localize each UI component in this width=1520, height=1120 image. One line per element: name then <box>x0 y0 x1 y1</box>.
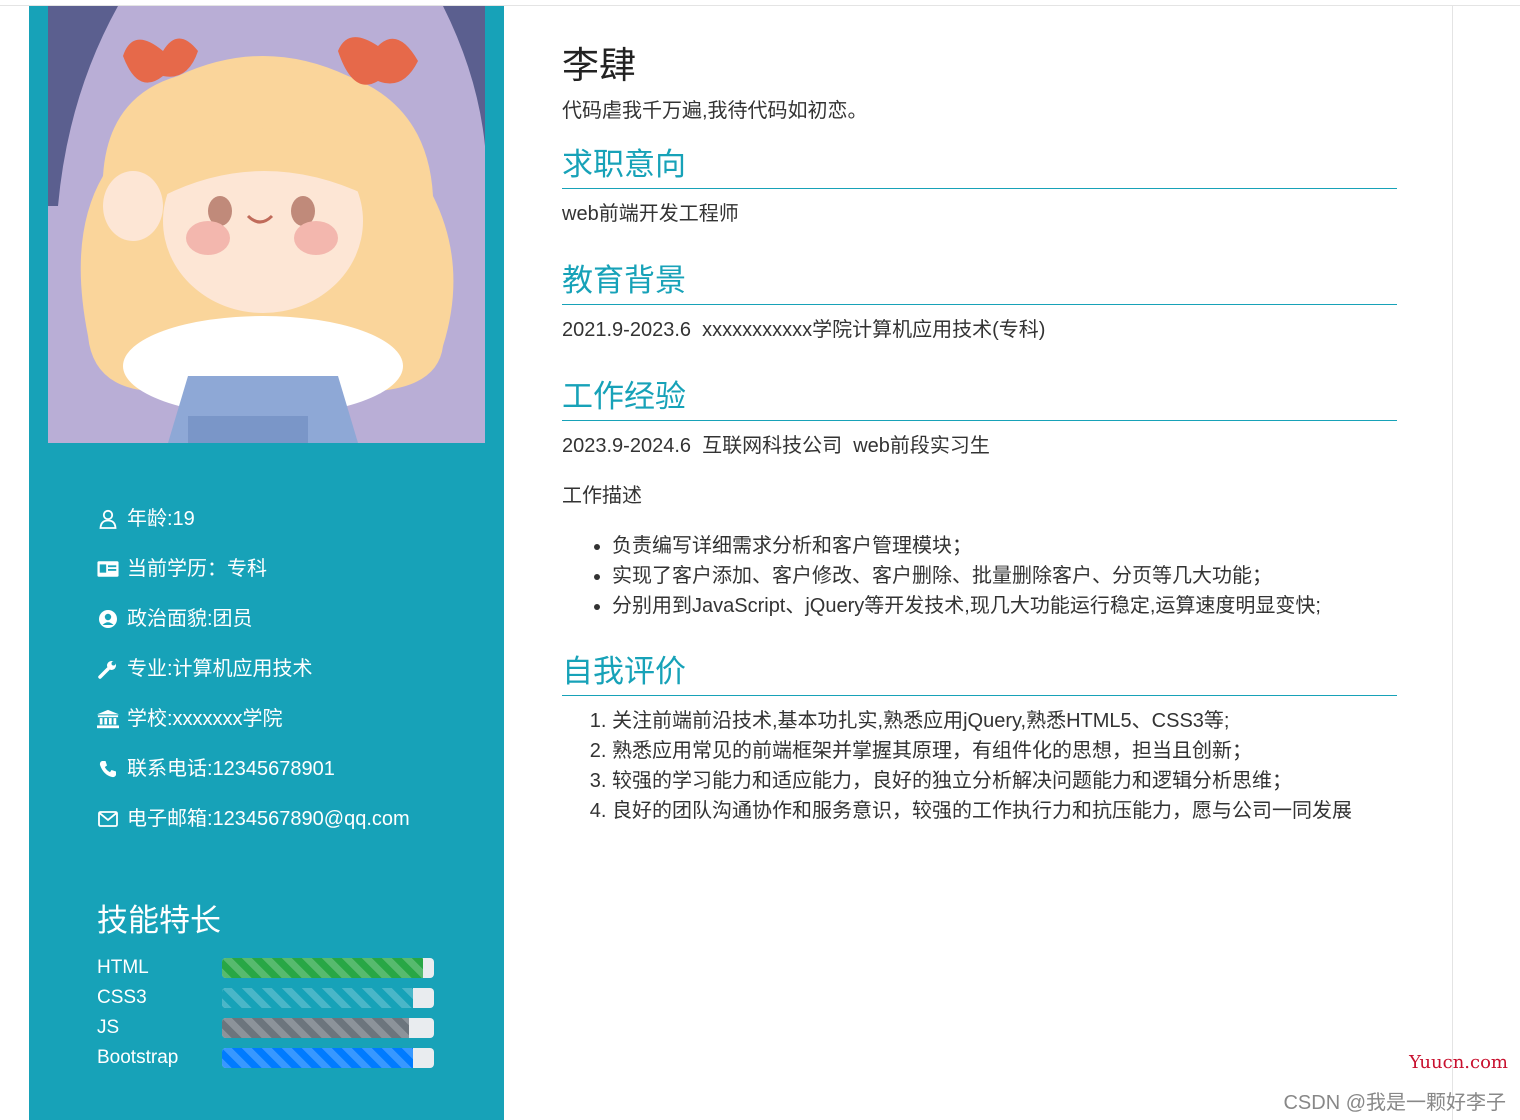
personal-info-list: 年龄:19 当前学历：专科 政治面貌:团员 专业:计算机应用技术 学校:xxxx… <box>97 494 410 844</box>
skills-title: 技能特长 <box>97 903 221 938</box>
list-item: 较强的学习能力和适应能力，良好的独立分析解决问题能力和逻辑分析思维； <box>612 766 1397 796</box>
skill-progress-fill <box>222 1048 413 1068</box>
info-school: 学校:xxxxxxx学院 <box>97 694 410 744</box>
user-icon <box>97 508 119 530</box>
skill-progress-track <box>222 1048 434 1068</box>
skill-progress-fill <box>222 958 424 978</box>
skill-label: HTML <box>97 957 149 978</box>
intent-text: web前端开发工程师 <box>562 203 739 225</box>
id-card-icon <box>97 558 119 580</box>
resume-page: 年龄:19 当前学历：专科 政治面貌:团员 专业:计算机应用技术 学校:xxxx… <box>0 0 1520 1120</box>
info-political-text: 政治面貌:团员 <box>127 608 253 630</box>
person-name: 李肆 <box>562 45 636 86</box>
work-text: 2023.9-2024.6 互联网科技公司 web前段实习生 <box>562 435 990 457</box>
info-school-text: 学校:xxxxxxx学院 <box>127 708 283 730</box>
sidebar: 年龄:19 当前学历：专科 政治面貌:团员 专业:计算机应用技术 学校:xxxx… <box>29 6 504 1120</box>
avatar-illustration <box>48 6 485 443</box>
skill-label: Bootstrap <box>97 1047 179 1068</box>
skill-label: CSS3 <box>97 987 147 1008</box>
skill-progress-track <box>222 958 434 978</box>
list-item: 熟悉应用常见的前端框架并掌握其原理，有组件化的思想，担当且创新； <box>612 736 1397 766</box>
wrench-icon <box>97 658 119 680</box>
info-age: 年龄:19 <box>97 494 410 544</box>
list-item: 良好的团队沟通协作和服务意识，较强的工作执行力和抗压能力，愿与公司一同发展 <box>612 796 1397 826</box>
info-political: 政治面貌:团员 <box>97 594 410 644</box>
work-desc-list: 负责编写详细需求分析和客户管理模块； 实现了客户添加、客户修改、客户删除、批量删… <box>562 531 1397 621</box>
info-education-text: 当前学历：专科 <box>127 558 267 580</box>
envelope-icon <box>97 808 119 830</box>
motto: 代码虐我千万遍,我待代码如初恋。 <box>562 100 868 122</box>
skill-row-js: JS <box>97 1013 437 1043</box>
skill-row-bootstrap: Bootstrap <box>97 1043 437 1073</box>
info-phone-text: 联系电话:12345678901 <box>127 758 335 780</box>
info-phone: 联系电话:12345678901 <box>97 744 410 794</box>
section-title-work: 工作经验 <box>562 376 1397 421</box>
education-text: 2021.9-2023.6 xxxxxxxxxxx学院计算机应用技术(专科) <box>562 319 1046 341</box>
avatar <box>48 6 485 443</box>
csdn-watermark: CSDN @我是一颗好李子 <box>1283 1092 1506 1114</box>
institution-icon <box>97 708 119 730</box>
info-age-text: 年龄:19 <box>127 508 195 530</box>
skill-row-css3: CSS3 <box>97 983 437 1013</box>
right-divider <box>1452 5 1453 1120</box>
list-item: 实现了客户添加、客户修改、客户删除、批量删除客户、分页等几大功能； <box>612 561 1397 591</box>
skill-progress-track <box>222 988 434 1008</box>
section-title-intent: 求职意向 <box>562 144 1397 189</box>
skill-label: JS <box>97 1017 120 1038</box>
section-title-education: 教育背景 <box>562 260 1397 305</box>
info-major-text: 专业:计算机应用技术 <box>127 658 313 680</box>
info-major: 专业:计算机应用技术 <box>97 644 410 694</box>
site-watermark: Yuucn.com <box>1409 1052 1508 1073</box>
skill-progress-track <box>222 1018 434 1038</box>
user-circle-icon <box>97 608 119 630</box>
self-eval-list: 关注前端前沿技术,基本功扎实,熟悉应用jQuery,熟悉HTML5、CSS3等;… <box>562 706 1397 826</box>
work-desc-label: 工作描述 <box>562 485 642 507</box>
section-title-self: 自我评价 <box>562 651 1397 696</box>
info-education: 当前学历：专科 <box>97 544 410 594</box>
list-item: 关注前端前沿技术,基本功扎实,熟悉应用jQuery,熟悉HTML5、CSS3等; <box>612 706 1397 736</box>
info-email: 电子邮箱:1234567890@qq.com <box>97 794 410 844</box>
skill-row-html: HTML <box>97 953 437 983</box>
list-item: 分别用到JavaScript、jQuery等开发技术,现几大功能运行稳定,运算速… <box>612 591 1397 621</box>
info-email-text: 电子邮箱:1234567890@qq.com <box>127 808 410 830</box>
main-content: 李肆 代码虐我千万遍,我待代码如初恋。 求职意向 web前端开发工程师 教育背景… <box>562 40 1397 826</box>
list-item: 负责编写详细需求分析和客户管理模块； <box>612 531 1397 561</box>
phone-icon <box>97 758 119 780</box>
skill-progress-fill <box>222 1018 409 1038</box>
skill-progress-fill <box>222 988 413 1008</box>
